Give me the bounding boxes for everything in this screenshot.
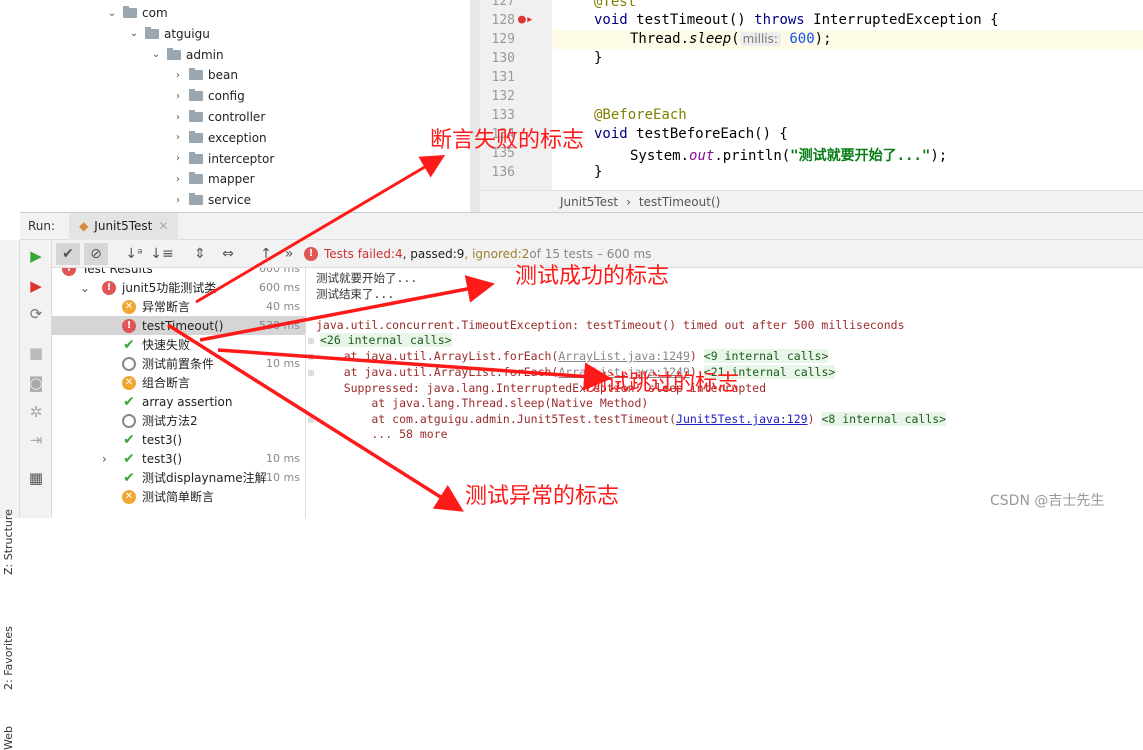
arrow [195, 154, 446, 304]
arrow [217, 348, 612, 391]
structure-tab[interactable]: Z: Structure [2, 509, 15, 575]
favorites-tab[interactable]: 2: Favorites [2, 626, 15, 690]
watermark: CSDN @吉士先生 [990, 493, 1105, 509]
annotation-test-skip: 测试跳过的标志 [585, 371, 740, 396]
annotation-test-pass: 测试成功的标志 [515, 264, 670, 289]
arrow [167, 323, 464, 512]
annotation-assert-fail: 断言失败的标志 [430, 128, 585, 153]
annotation-test-error: 测试异常的标志 [465, 484, 620, 509]
arrow [199, 275, 495, 342]
web-tab[interactable]: Web [2, 726, 15, 750]
